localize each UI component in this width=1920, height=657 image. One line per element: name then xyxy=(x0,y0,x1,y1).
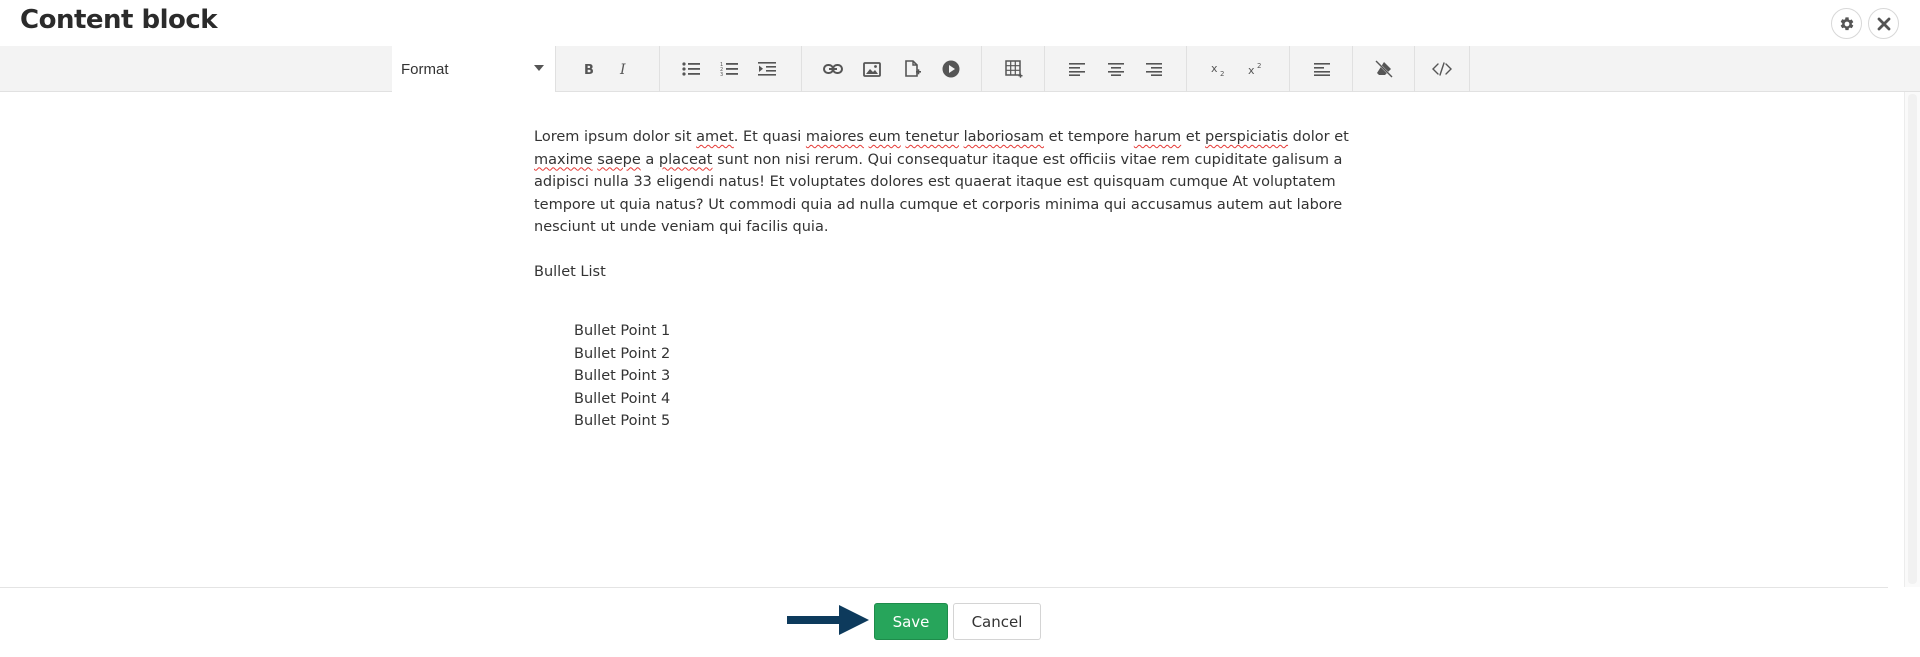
text-run: et tempore xyxy=(1044,129,1134,145)
insert-table-button[interactable] xyxy=(999,55,1029,83)
body-paragraph[interactable]: Lorem ipsum dolor sit amet. Et quasi mai… xyxy=(534,126,1374,239)
misspelled-word: amet xyxy=(696,129,734,145)
svg-text:I: I xyxy=(619,62,626,76)
chevron-down-icon xyxy=(534,65,544,71)
svg-text:B: B xyxy=(584,63,594,76)
indent-button[interactable] xyxy=(752,55,782,83)
insert-image-button[interactable] xyxy=(857,55,887,83)
video-icon xyxy=(942,60,960,78)
svg-text:3: 3 xyxy=(720,72,723,77)
settings-button[interactable] xyxy=(1831,8,1862,39)
close-button[interactable] xyxy=(1868,8,1899,39)
superscript-icon: x 2 xyxy=(1248,62,1261,77)
image-icon xyxy=(863,61,881,77)
superscript-button[interactable]: x 2 xyxy=(1242,55,1272,83)
save-button[interactable]: Save xyxy=(874,603,948,640)
text-run: et xyxy=(1181,129,1206,145)
bold-icon: B xyxy=(584,63,594,76)
italic-button[interactable]: I xyxy=(608,55,638,83)
subscript-icon: x 2 xyxy=(1211,62,1224,77)
align-right-icon xyxy=(1146,63,1162,76)
arrow-right-icon xyxy=(787,605,869,635)
clear-formatting-icon xyxy=(1375,60,1393,78)
misspelled-word: perspiciatis xyxy=(1205,129,1289,145)
code-view-icon xyxy=(1432,62,1452,76)
bullet-list-icon xyxy=(682,62,700,76)
bold-button[interactable]: B xyxy=(573,55,603,83)
list-item[interactable]: Bullet Point 3 xyxy=(574,365,1374,388)
settings-icon xyxy=(1840,16,1853,30)
list-item[interactable]: Bullet Point 1 xyxy=(574,320,1374,343)
align-center-button[interactable] xyxy=(1101,55,1131,83)
align-right-button[interactable] xyxy=(1139,55,1169,83)
toolbar-group-paragraph xyxy=(1290,46,1353,92)
toolbar-group-lists: 1 2 3 xyxy=(660,46,802,92)
toolbar-group-align xyxy=(1045,46,1187,92)
close-icon xyxy=(1877,17,1890,30)
misspelled-word: maxime xyxy=(534,151,593,168)
misspelled-word: laboriosam xyxy=(963,129,1045,145)
insert-file-icon xyxy=(905,60,921,77)
format-dropdown[interactable]: Format xyxy=(392,46,556,92)
paragraph-format-icon xyxy=(1314,63,1330,76)
insert-link-button[interactable] xyxy=(818,55,848,83)
bullet-list[interactable]: Bullet Point 1 Bullet Point 2 Bullet Point… xyxy=(534,320,1374,433)
toolbar-group-code xyxy=(1415,46,1470,92)
cancel-button[interactable]: Cancel xyxy=(953,603,1041,640)
code-view-button[interactable] xyxy=(1427,55,1457,83)
misspelled-word: eum xyxy=(868,129,901,145)
editor-scrollbar[interactable] xyxy=(1904,92,1920,587)
editor-content[interactable]: Lorem ipsum dolor sit amet. Et quasi mai… xyxy=(534,126,1374,433)
dialog-header: Content block xyxy=(0,0,1920,46)
svg-text:2: 2 xyxy=(1257,62,1261,70)
misspelled-word: tenetur xyxy=(905,129,959,145)
link-icon xyxy=(823,64,843,74)
list-item[interactable]: Bullet Point 4 xyxy=(574,388,1374,411)
text-run: . Et quasi xyxy=(733,129,806,145)
clear-formatting-button[interactable] xyxy=(1369,55,1399,83)
misspelled-word: maiores xyxy=(805,129,864,145)
scrollbar-thumb[interactable] xyxy=(1908,94,1917,584)
align-left-icon xyxy=(1069,63,1085,76)
svg-text:2: 2 xyxy=(1220,70,1224,77)
misspelled-word: placeat xyxy=(658,151,713,168)
misspelled-word: saepe xyxy=(597,151,641,168)
paragraph-format-button[interactable] xyxy=(1307,55,1337,83)
editor-toolbar: Format B I 1 2 3 x 2 x 2 xyxy=(0,46,1920,92)
bullet-list-button[interactable] xyxy=(676,55,706,83)
text-run: dolor et xyxy=(1288,129,1349,145)
toolbar-group-text-style: B I xyxy=(556,46,660,92)
numbered-list-button[interactable]: 1 2 3 xyxy=(714,55,744,83)
numbered-list-icon: 1 2 3 xyxy=(720,62,738,77)
format-dropdown-label: Format xyxy=(401,61,449,78)
misspelled-word: harum xyxy=(1133,129,1182,145)
toolbar-group-script: x 2 x 2 xyxy=(1187,46,1290,92)
bullet-list-heading[interactable]: Bullet List xyxy=(534,261,1374,284)
table-icon xyxy=(1005,60,1023,78)
insert-file-button[interactable] xyxy=(897,55,927,83)
toolbar-group-clear xyxy=(1353,46,1415,92)
text-run: a xyxy=(640,151,659,168)
insert-video-button[interactable] xyxy=(936,55,966,83)
indent-icon xyxy=(758,62,776,76)
list-item[interactable]: Bullet Point 2 xyxy=(574,343,1374,366)
toolbar-group-table xyxy=(982,46,1045,92)
toolbar-group-insert xyxy=(802,46,982,92)
dialog-title: Content block xyxy=(20,5,218,35)
align-left-button[interactable] xyxy=(1062,55,1092,83)
align-center-icon xyxy=(1108,63,1124,76)
svg-text:x: x xyxy=(1211,62,1218,75)
list-item[interactable]: Bullet Point 5 xyxy=(574,410,1374,433)
italic-icon: I xyxy=(619,62,626,76)
svg-text:x: x xyxy=(1248,64,1255,77)
text-run: Lorem ipsum dolor sit xyxy=(534,129,697,145)
subscript-button[interactable]: x 2 xyxy=(1205,55,1235,83)
